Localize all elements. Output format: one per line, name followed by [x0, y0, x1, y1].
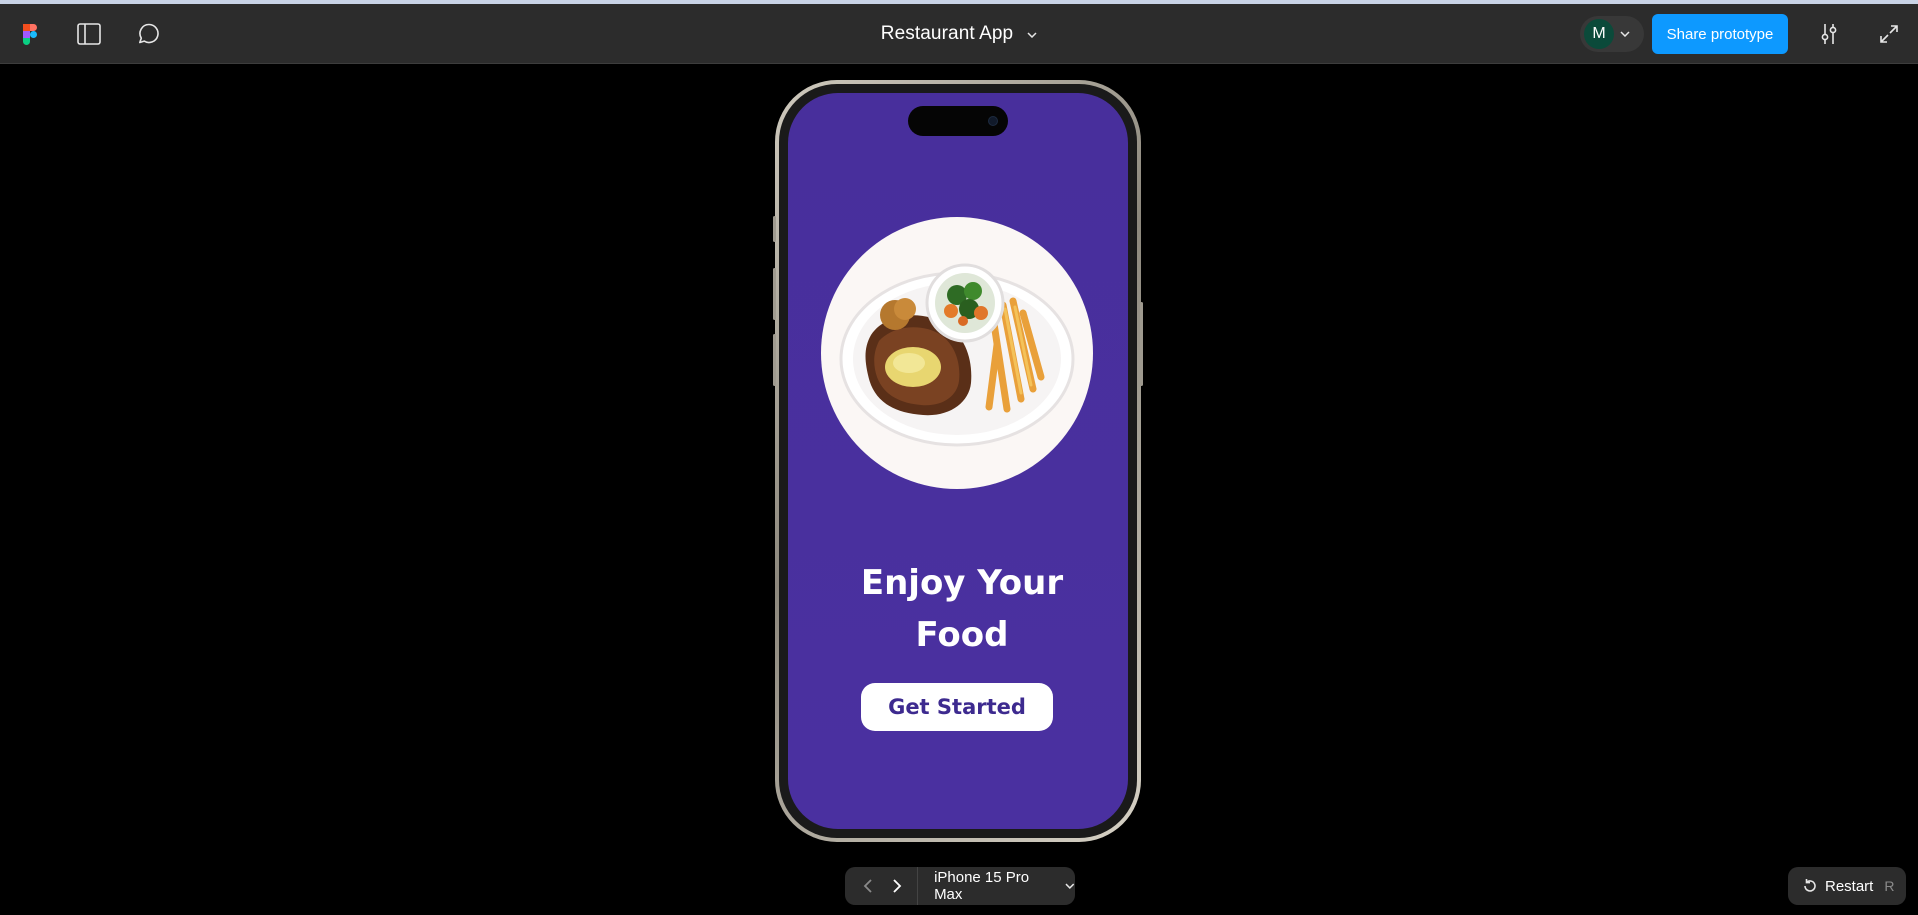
get-started-button[interactable]: Get Started	[861, 683, 1053, 731]
chevron-down-icon	[1065, 883, 1075, 889]
phone-frame: Enjoy Your Food Get Started	[775, 80, 1141, 842]
expand-icon[interactable]	[1876, 4, 1902, 64]
device-label: iPhone 15 Pro Max	[934, 869, 1030, 903]
phone-bezel: Enjoy Your Food Get Started	[779, 84, 1137, 838]
sliders-icon[interactable]	[1816, 4, 1842, 64]
phone-volume-up-button	[773, 268, 776, 320]
avatar: M	[1584, 19, 1614, 49]
restart-icon	[1804, 879, 1816, 892]
comment-icon[interactable]	[136, 4, 162, 64]
hero-title-line-2: Food	[915, 615, 1009, 655]
chevron-down-icon	[1620, 31, 1630, 37]
share-prototype-button[interactable]: Share prototype	[1652, 14, 1788, 54]
phone-action-button	[773, 216, 776, 242]
document-title-button[interactable]: Restaurant App	[881, 23, 1037, 45]
document-title: Restaurant App	[880, 23, 1014, 44]
restart-button[interactable]: Restart R	[1788, 867, 1906, 905]
dynamic-island	[908, 106, 1008, 136]
chevron-right-icon	[892, 879, 901, 893]
avatar-menu[interactable]: M	[1580, 16, 1644, 52]
prototype-toolbar: Restaurant App M Share prototype	[0, 4, 1918, 64]
hero-title-line-1: Enjoy Your	[860, 563, 1064, 603]
next-screen-button[interactable]	[882, 867, 911, 905]
hero-title: Enjoy Your Food	[788, 557, 1128, 661]
figma-logo-icon[interactable]	[18, 4, 42, 64]
chevron-down-icon	[1027, 25, 1037, 43]
sidebar-panel-icon[interactable]	[76, 4, 102, 64]
chevron-left-icon	[863, 879, 872, 893]
previous-screen-button[interactable]	[853, 867, 882, 905]
phone-volume-down-button	[773, 334, 776, 386]
restart-label: Restart	[1825, 877, 1874, 895]
device-selector[interactable]: iPhone 15 Pro Max	[918, 869, 1075, 903]
food-image	[821, 217, 1093, 489]
restart-shortcut: R	[1884, 878, 1895, 894]
phone-power-button	[1140, 302, 1143, 386]
screen-navigation: iPhone 15 Pro Max	[845, 867, 1075, 905]
camera-icon	[988, 116, 998, 126]
app-screen: Enjoy Your Food Get Started	[788, 93, 1128, 829]
